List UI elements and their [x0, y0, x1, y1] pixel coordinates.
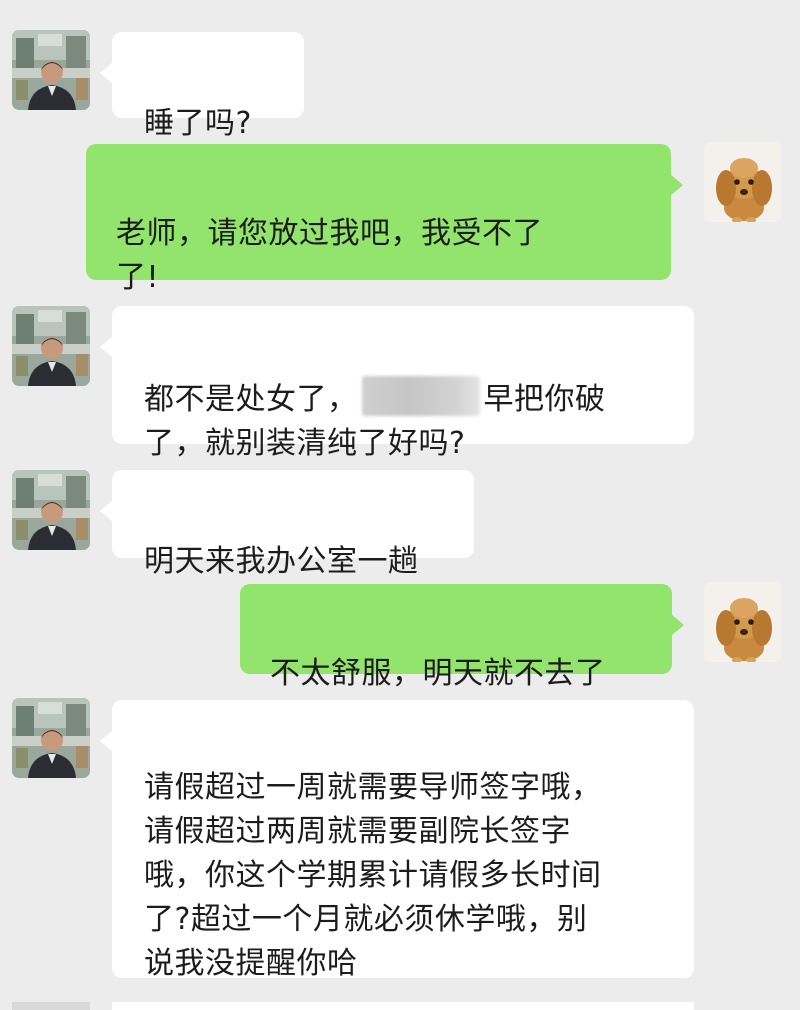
chat-conversation[interactable]: 睡了吗? 老师，请您放过我吧，我受不了 了! 都不是处女了， 早把你破 了，就别装… — [0, 0, 800, 1010]
message-text: 请假超过一周就需要导师签字哦， 请假超过两周就需要副院长签字 哦，你这个学期累计… — [144, 770, 602, 981]
message-bubble-incoming[interactable]: 请假超过一周就需要导师签字哦， 请假超过两周就需要副院长签字 哦，你这个学期累计… — [100, 700, 694, 981]
puppy-avatar-icon — [704, 582, 782, 662]
next-bubble-peek — [112, 1002, 694, 1010]
puppy-avatar-icon — [704, 142, 782, 222]
message-text: 老师，请您放过我吧，我受不了 了! — [116, 216, 543, 295]
teacher-avatar[interactable] — [12, 30, 90, 110]
message-bubble-outgoing[interactable]: 老师，请您放过我吧，我受不了 了! — [86, 144, 683, 295]
message-text: 明天来我办公室一趟 — [144, 544, 419, 579]
teacher-avatar[interactable] — [12, 306, 90, 386]
redaction-mask — [361, 376, 480, 416]
message-text: 睡了吗? — [144, 106, 252, 141]
teacher-avatar[interactable] — [12, 698, 90, 778]
next-avatar-peek — [12, 1002, 90, 1010]
message-text-before-redaction: 都不是处女了， — [144, 382, 358, 417]
student-avatar[interactable] — [704, 142, 782, 222]
message-bubble-incoming[interactable]: 明天来我办公室一趟 — [100, 470, 474, 579]
teacher-portrait-icon — [12, 470, 90, 550]
message-bubble-incoming[interactable]: 都不是处女了， 早把你破 了，就别装清纯了好吗? — [100, 306, 694, 461]
student-avatar[interactable] — [704, 582, 782, 662]
teacher-portrait-icon — [12, 306, 90, 386]
teacher-avatar[interactable] — [12, 470, 90, 550]
message-bubble-outgoing[interactable]: 不太舒服，明天就不去了 — [240, 584, 684, 691]
message-bubble-incoming[interactable]: 睡了吗? — [100, 32, 304, 141]
teacher-portrait-icon — [12, 698, 90, 778]
message-text: 不太舒服，明天就不去了 — [270, 656, 606, 691]
teacher-portrait-icon — [12, 30, 90, 110]
